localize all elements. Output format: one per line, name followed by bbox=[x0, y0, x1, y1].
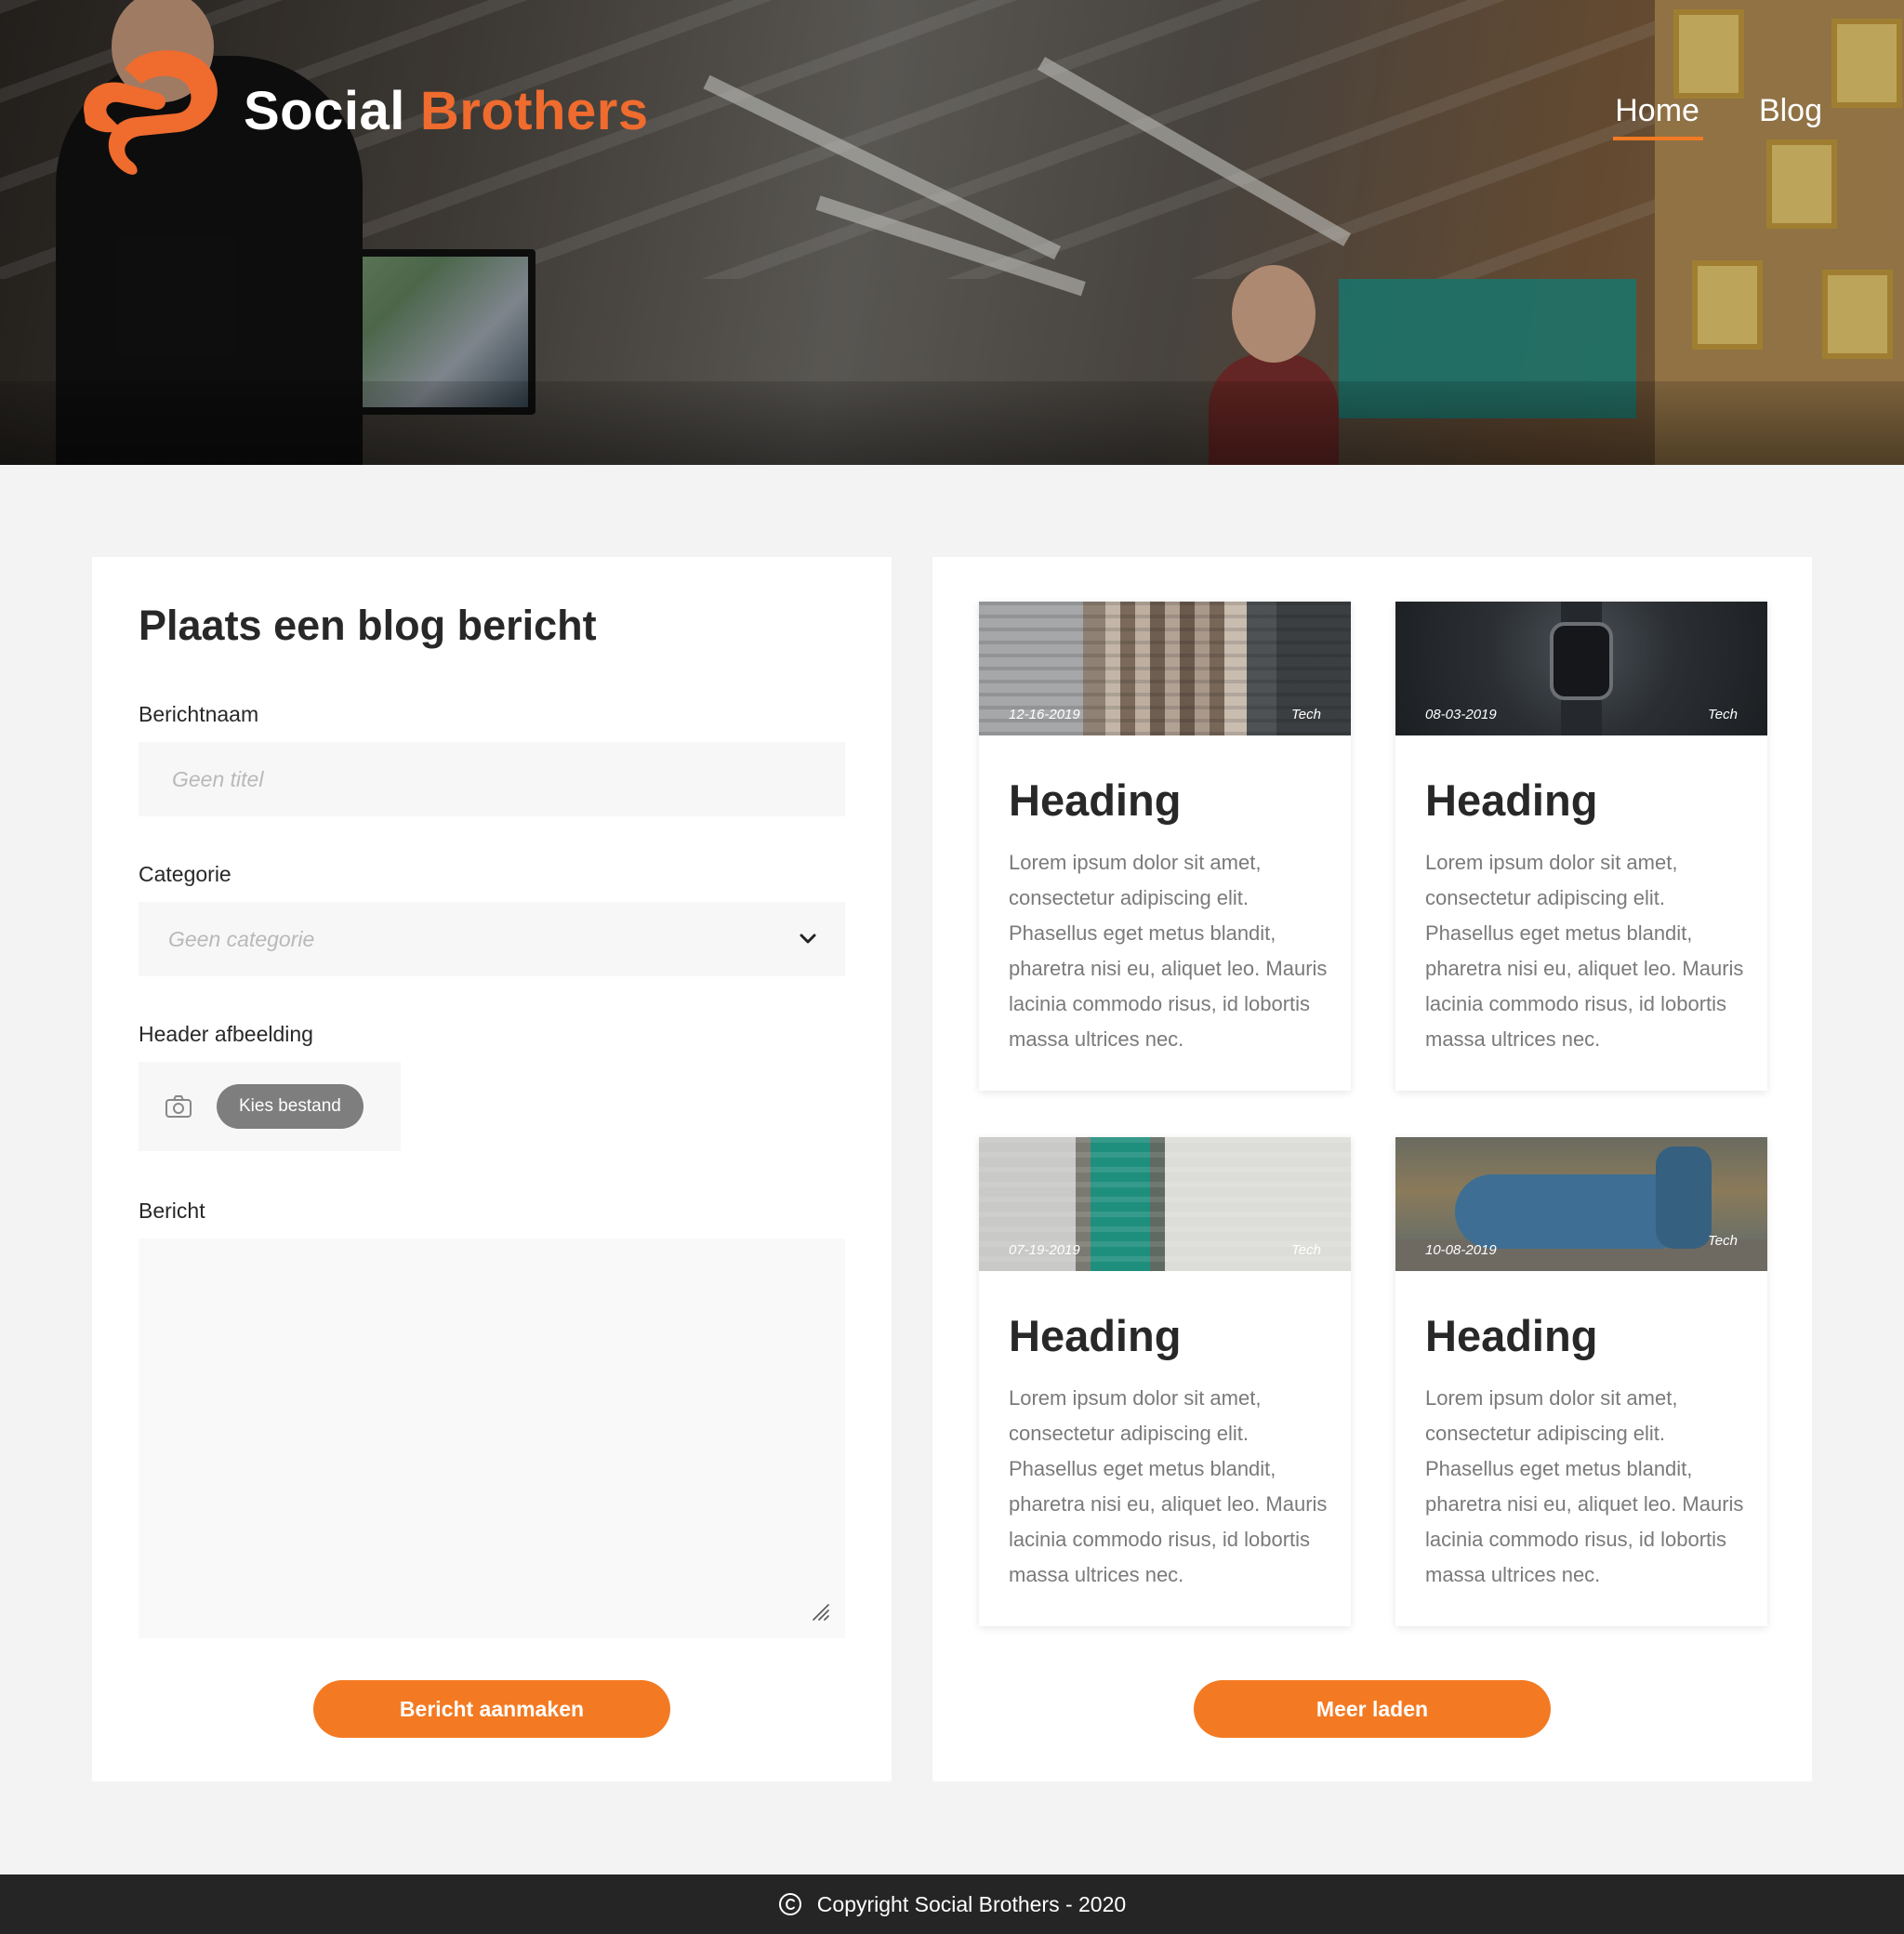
blog-card[interactable]: 07-19-2019 Tech Heading Lorem ipsum dolo… bbox=[979, 1137, 1351, 1626]
brand-logo[interactable]: Social Brothers bbox=[76, 43, 649, 179]
category-select-value: Geen categorie bbox=[168, 926, 315, 951]
copyright-icon bbox=[778, 1893, 801, 1915]
nav-item-home[interactable]: Home bbox=[1613, 93, 1703, 140]
resize-grip-icon[interactable] bbox=[810, 1601, 830, 1622]
blog-card-body: Lorem ipsum dolor sit amet, consectetur … bbox=[1425, 851, 1744, 1051]
blog-card-image: 07-19-2019 Tech bbox=[979, 1137, 1351, 1271]
blog-card-heading: Heading bbox=[1425, 1311, 1598, 1360]
post-name-input[interactable] bbox=[139, 742, 845, 816]
blog-card-category: Tech bbox=[1708, 707, 1738, 722]
create-post-button[interactable]: Bericht aanmaken bbox=[313, 1680, 670, 1738]
social-brothers-logo-icon bbox=[84, 50, 218, 175]
blog-card-image-watch bbox=[1550, 622, 1613, 700]
category-select[interactable]: Geen categorie bbox=[139, 902, 845, 976]
blog-card-body: Lorem ipsum dolor sit amet, consectetur … bbox=[1009, 851, 1328, 1051]
post-name-label: Berichtnaam bbox=[139, 702, 259, 726]
blog-card-date: 10-08-2019 bbox=[1425, 1242, 1497, 1258]
blog-card-image: 10-08-2019 Tech bbox=[1395, 1137, 1767, 1271]
blog-card-image: 08-03-2019 Tech bbox=[1395, 602, 1767, 735]
blog-card-category: Tech bbox=[1291, 707, 1321, 722]
blog-list-panel: 12-16-2019 Tech Heading Lorem ipsum dolo… bbox=[932, 557, 1812, 1782]
blog-card-image: 12-16-2019 Tech bbox=[979, 602, 1351, 735]
choose-file-button[interactable]: Kies bestand bbox=[217, 1084, 364, 1129]
file-upload: Kies bestand bbox=[139, 1062, 401, 1151]
camera-icon bbox=[165, 1095, 192, 1118]
blog-card-date: 07-19-2019 bbox=[1009, 1242, 1080, 1258]
hero-banner: Social Brothers Home Blog bbox=[0, 0, 1904, 465]
brand-name-white: Social bbox=[244, 80, 405, 141]
form-title: Plaats een blog bericht bbox=[139, 602, 597, 649]
chevron-down-icon bbox=[800, 934, 816, 944]
blog-card-body: Lorem ipsum dolor sit amet, consectetur … bbox=[1009, 1386, 1328, 1586]
blog-card-image-jeans bbox=[1455, 1174, 1678, 1249]
footer: Copyright Social Brothers - 2020 bbox=[0, 1874, 1904, 1934]
blog-card-category: Tech bbox=[1291, 1242, 1321, 1258]
copyright-text: Copyright Social Brothers - 2020 bbox=[816, 1891, 1127, 1916]
category-label: Categorie bbox=[139, 862, 231, 886]
blog-card-heading: Heading bbox=[1009, 775, 1182, 825]
message-label: Bericht bbox=[139, 1199, 205, 1223]
blog-card-date: 12-16-2019 bbox=[1009, 707, 1080, 722]
load-more-button[interactable]: Meer laden bbox=[1194, 1680, 1551, 1738]
nav-item-blog[interactable]: Blog bbox=[1759, 93, 1822, 135]
blog-card-heading: Heading bbox=[1425, 775, 1598, 825]
blog-card-date: 08-03-2019 bbox=[1425, 707, 1497, 722]
header-image-label: Header afbeelding bbox=[139, 1022, 313, 1046]
blog-card-image-leg bbox=[1656, 1146, 1712, 1249]
blog-card[interactable]: 10-08-2019 Tech Heading Lorem ipsum dolo… bbox=[1395, 1137, 1767, 1626]
blog-card-heading: Heading bbox=[1009, 1311, 1182, 1360]
blog-card[interactable]: 12-16-2019 Tech Heading Lorem ipsum dolo… bbox=[979, 602, 1351, 1091]
brand-wordmark: Social Brothers bbox=[244, 80, 649, 142]
brand-name-orange: Brothers bbox=[419, 80, 649, 141]
blog-card[interactable]: 08-03-2019 Tech Heading Lorem ipsum dolo… bbox=[1395, 602, 1767, 1091]
create-post-panel: Plaats een blog bericht Berichtnaam Cate… bbox=[92, 557, 892, 1782]
blog-card-body: Lorem ipsum dolor sit amet, consectetur … bbox=[1425, 1386, 1744, 1586]
blog-card-category: Tech bbox=[1708, 1233, 1738, 1249]
main-nav: Home Blog bbox=[1613, 93, 1822, 140]
message-textarea[interactable] bbox=[139, 1239, 845, 1638]
